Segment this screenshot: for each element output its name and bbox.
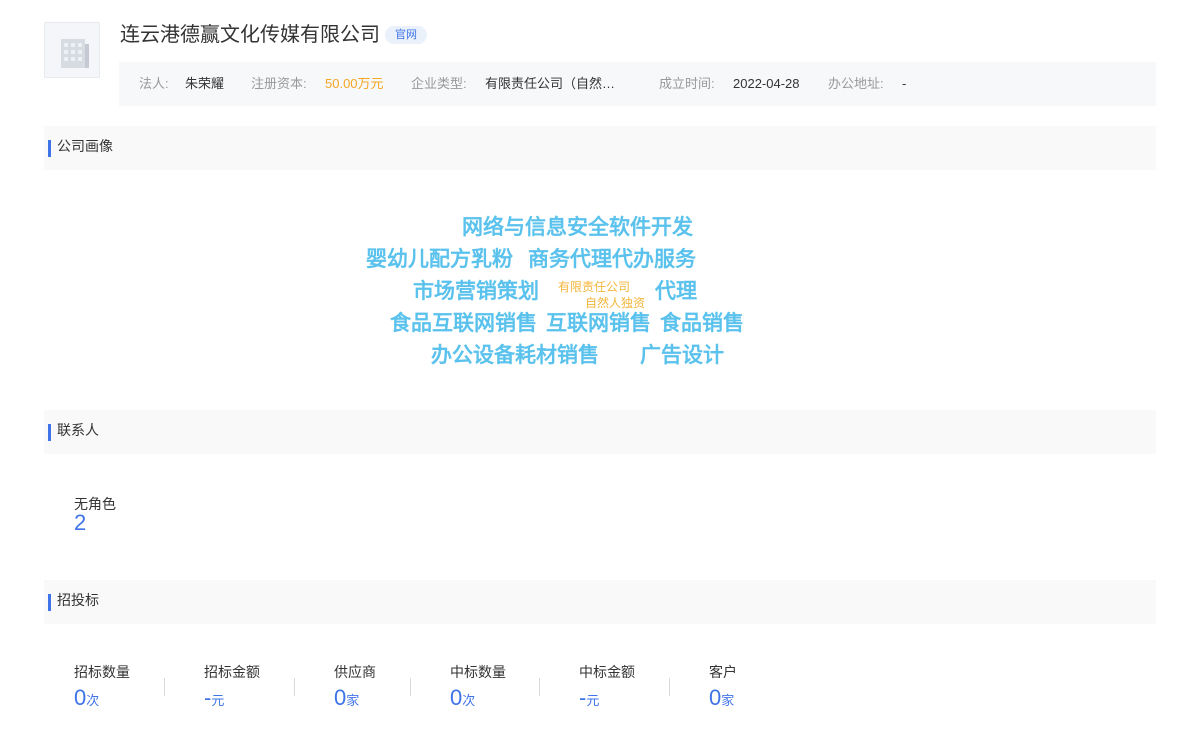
company-info-bar: 法人: 朱荣耀 注册资本: 50.00万元 企业类型: 有限责任公司（自然… 成… xyxy=(119,62,1156,106)
company-logo xyxy=(44,22,100,78)
stat-value: 0 xyxy=(709,685,722,710)
stat-value: 0 xyxy=(74,685,87,710)
section-accent-bar xyxy=(48,424,51,441)
stat-award-count[interactable]: 中标数量 0次 xyxy=(450,662,506,713)
stat-unit: 次 xyxy=(462,693,476,708)
company-type-label: 企业类型: xyxy=(411,76,467,91)
stat-tender-count[interactable]: 招标数量 0次 xyxy=(74,662,130,713)
stat-divider xyxy=(164,678,165,696)
capital-value: 50.00万元 xyxy=(325,76,384,91)
stat-unit: 元 xyxy=(586,693,600,708)
stat-value: 0 xyxy=(450,685,463,710)
word-cloud-term: 有限责任公司 xyxy=(558,280,631,294)
contact-role-count[interactable]: 2 xyxy=(74,510,86,536)
stat-label: 招标金额 xyxy=(204,664,260,680)
word-cloud-term: 广告设计 xyxy=(640,344,724,367)
stat-divider xyxy=(410,678,411,696)
stat-customers[interactable]: 客户 0家 xyxy=(709,662,737,713)
word-cloud-term: 食品销售 xyxy=(660,312,744,335)
section-accent-bar xyxy=(48,594,51,611)
stat-value: 0 xyxy=(334,685,347,710)
capital-label: 注册资本: xyxy=(251,76,307,91)
stat-unit: 家 xyxy=(346,693,360,708)
word-cloud-term: 办公设备耗材销售 xyxy=(431,344,599,367)
founded-label: 成立时间: xyxy=(659,76,715,91)
stat-unit: 家 xyxy=(721,693,735,708)
word-cloud-term: 互联网销售 xyxy=(546,312,651,335)
stat-label: 招标数量 xyxy=(74,664,130,680)
stat-unit: 次 xyxy=(86,693,100,708)
section-title: 公司画像 xyxy=(57,138,113,154)
section-title: 联系人 xyxy=(57,422,99,438)
section-accent-bar xyxy=(48,140,51,157)
section-contacts: 联系人 xyxy=(44,410,1156,454)
stat-divider xyxy=(669,678,670,696)
founded-value: 2022-04-28 xyxy=(733,76,800,91)
stat-tender-amount[interactable]: 招标金额 -元 xyxy=(204,662,260,713)
address-label: 办公地址: xyxy=(828,76,884,91)
stat-label: 中标数量 xyxy=(450,664,506,680)
stat-suppliers[interactable]: 供应商 0家 xyxy=(334,662,376,713)
word-cloud-term: 网络与信息安全软件开发 xyxy=(462,216,693,239)
word-cloud-term: 自然人独资 xyxy=(585,296,646,310)
stat-award-amount[interactable]: 中标金额 -元 xyxy=(579,662,635,713)
address-value: - xyxy=(902,76,907,91)
legal-person-value[interactable]: 朱荣耀 xyxy=(185,62,224,106)
company-name: 连云港德赢文化传媒有限公司 xyxy=(120,24,380,46)
building-icon xyxy=(61,39,89,68)
word-cloud-term: 食品互联网销售 xyxy=(390,312,537,335)
word-cloud-term: 代理 xyxy=(655,280,697,303)
word-cloud-term: 商务代理代办服务 xyxy=(528,248,696,271)
stat-divider xyxy=(294,678,295,696)
stat-label: 客户 xyxy=(709,664,737,680)
word-cloud-term: 市场营销策划 xyxy=(413,280,539,303)
stat-unit: 元 xyxy=(211,693,225,708)
company-word-cloud: 网络与信息安全软件开发 婴幼儿配方乳粉 商务代理代办服务 市场营销策划 有限责任… xyxy=(0,170,1200,410)
word-cloud-term: 婴幼儿配方乳粉 xyxy=(366,248,513,271)
official-site-badge[interactable]: 官网 xyxy=(385,26,427,44)
stat-label: 供应商 xyxy=(334,664,376,680)
section-portrait: 公司画像 xyxy=(44,126,1156,170)
stat-label: 中标金额 xyxy=(579,664,635,680)
section-title: 招投标 xyxy=(57,592,99,608)
section-bidding: 招投标 xyxy=(44,580,1156,624)
legal-person-label: 法人: xyxy=(139,76,169,91)
stat-divider xyxy=(539,678,540,696)
company-type-value: 有限责任公司（自然… xyxy=(485,76,616,91)
